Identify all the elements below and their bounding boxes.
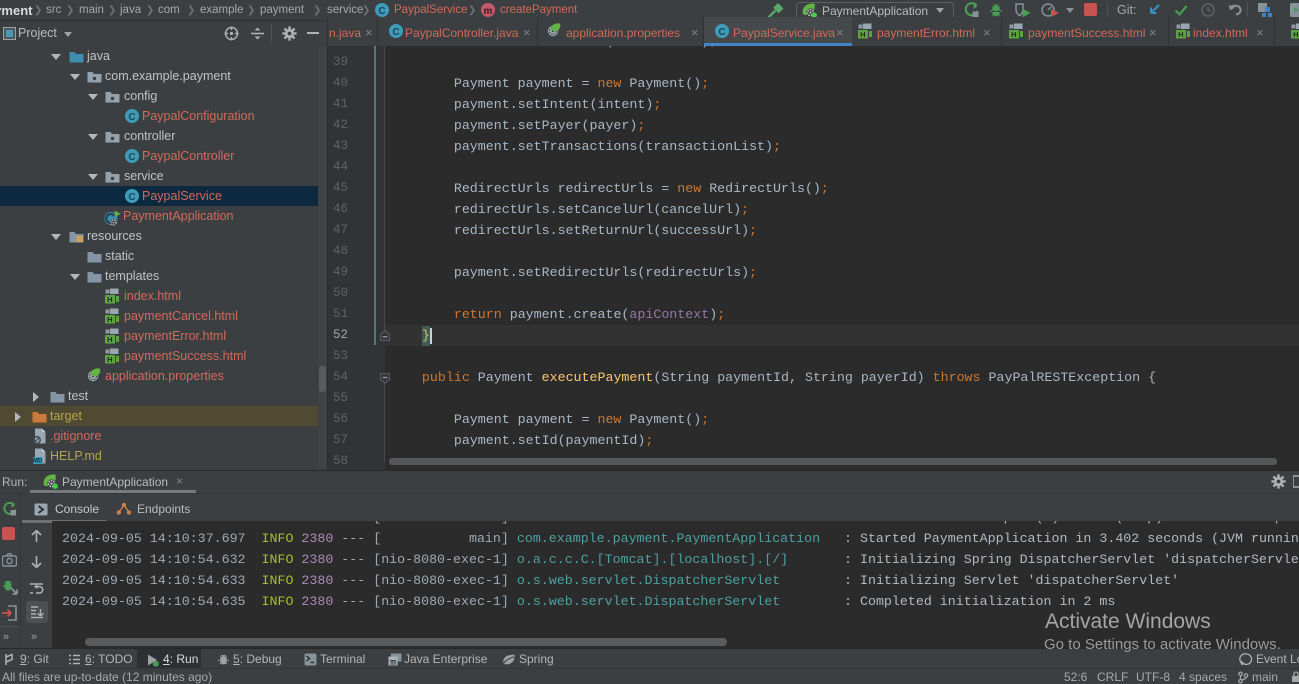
svg-text:m: m: [484, 6, 493, 17]
svg-text:H: H: [107, 315, 112, 324]
svg-text:C: C: [128, 192, 135, 203]
svg-text:MD: MD: [33, 459, 43, 464]
svg-text:H: H: [1293, 30, 1298, 39]
svg-text:H: H: [860, 30, 865, 39]
svg-text:H: H: [107, 295, 112, 304]
svg-text:C: C: [128, 112, 135, 123]
svg-text:C: C: [718, 27, 725, 38]
svg-text:EE: EE: [390, 660, 396, 665]
svg-text:H: H: [1178, 30, 1183, 39]
svg-text:C: C: [128, 152, 135, 163]
svg-text:C: C: [378, 6, 385, 17]
svg-text:H: H: [107, 355, 112, 364]
svg-text:H: H: [1011, 30, 1016, 39]
svg-text:H: H: [107, 335, 112, 344]
svg-text:C: C: [392, 27, 399, 38]
